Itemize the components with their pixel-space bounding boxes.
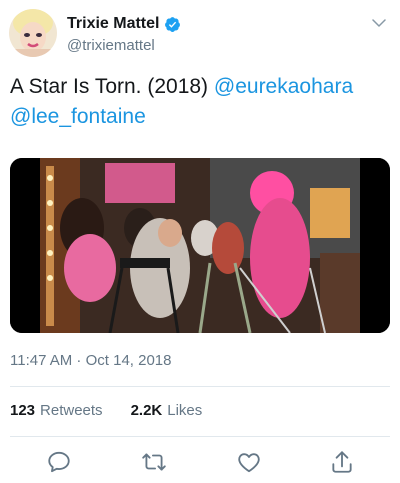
- verified-badge-icon: [164, 16, 181, 33]
- author-name[interactable]: Trixie Mattel: [67, 15, 159, 33]
- likes-count: 2.2K: [130, 402, 163, 419]
- tweet-text: A Star Is Torn. (2018) @eurekaohara @lee…: [10, 72, 390, 132]
- tweet-header: Trixie Mattel @trixiemattel: [0, 0, 400, 70]
- share-icon[interactable]: [329, 449, 355, 475]
- heart-icon[interactable]: [236, 449, 262, 475]
- video-frame: [10, 158, 390, 333]
- retweets-count: 123: [10, 402, 36, 419]
- divider: [10, 386, 390, 387]
- comment-icon[interactable]: [46, 449, 72, 475]
- chevron-down-icon[interactable]: [370, 14, 388, 32]
- tweet-stats: 123 Retweets 2.2K Likes: [10, 402, 230, 419]
- author-handle[interactable]: @trixiemattel: [67, 37, 155, 54]
- tweet-actions: [0, 447, 400, 477]
- divider: [10, 436, 390, 437]
- avatar[interactable]: [9, 9, 57, 57]
- mention-link[interactable]: @eurekaohara: [214, 75, 353, 98]
- mention-link[interactable]: @lee_fontaine: [10, 105, 146, 128]
- retweet-icon[interactable]: [141, 449, 167, 475]
- likes-label: Likes: [167, 402, 203, 419]
- retweets-stat[interactable]: 123 Retweets: [10, 402, 103, 419]
- tweet-timestamp[interactable]: 11:47 AM · Oct 14, 2018: [10, 352, 171, 369]
- likes-stat[interactable]: 2.2K Likes: [131, 402, 203, 419]
- tweet-body: A Star Is Torn. (2018): [10, 75, 209, 98]
- retweets-label: Retweets: [40, 402, 103, 419]
- video-player[interactable]: [10, 158, 390, 333]
